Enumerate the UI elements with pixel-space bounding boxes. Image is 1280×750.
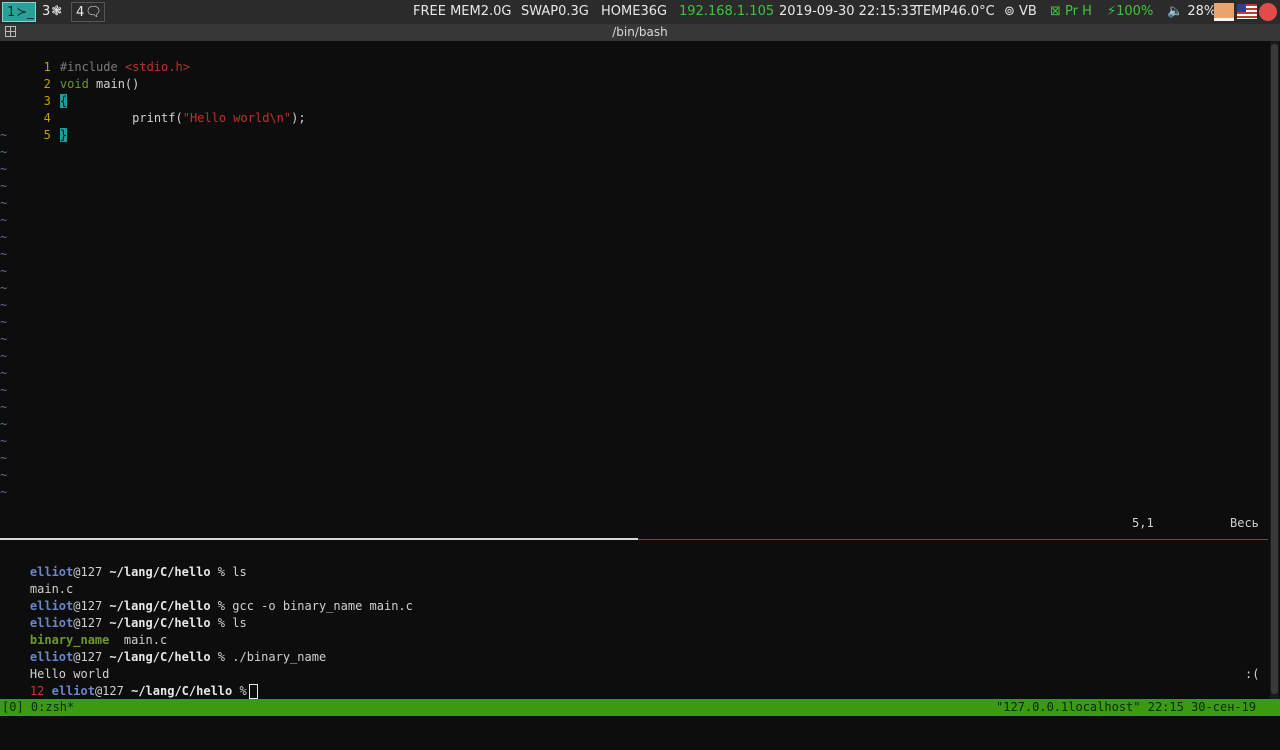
statement-end: ); bbox=[291, 111, 306, 125]
code-line: 4 printf("Hello world\n"); bbox=[0, 93, 306, 125]
tilde-marker: ~ bbox=[0, 179, 8, 193]
prompt-user: elliot bbox=[51, 684, 95, 698]
prompt-cwd: ~/lang/C/hello bbox=[131, 684, 233, 698]
close-brace: } bbox=[59, 128, 68, 142]
temperature-indicator: TEMP46.0°C bbox=[915, 4, 995, 19]
code-line: 3{ bbox=[0, 76, 68, 108]
free-memory-indicator: FREE MEM2.0G bbox=[413, 4, 512, 19]
prompt-char: % bbox=[217, 616, 226, 630]
workspace-number: 1 bbox=[7, 5, 16, 20]
prompt-char: % bbox=[239, 684, 247, 698]
workspace-number: 4 bbox=[76, 5, 85, 20]
shell-line: elliot@127 ~/lang/C/hello % ./binary_nam… bbox=[1, 632, 326, 664]
pane-divider-active bbox=[638, 539, 1268, 540]
command: ./binary_name bbox=[232, 650, 327, 664]
text-cursor[interactable] bbox=[248, 684, 258, 699]
terminal-area[interactable]: 1 #include <stdio.h> 2 void main() 3{ 4 pr… bbox=[0, 41, 1268, 699]
shell-line: elliot@127 ~/lang/C/hello % ls bbox=[1, 547, 247, 579]
tilde-marker: ~ bbox=[0, 349, 8, 363]
command: ls bbox=[232, 565, 247, 579]
prompt-char: % bbox=[217, 650, 226, 664]
scroll-percent: Весь bbox=[1230, 516, 1259, 530]
tilde-marker: ~ bbox=[0, 264, 8, 278]
swap-indicator: SWAP0.3G bbox=[521, 4, 589, 19]
scrollbar-thumb[interactable] bbox=[1271, 44, 1278, 694]
tilde-marker: ~ bbox=[0, 417, 8, 431]
shell-line: elliot@127 ~/lang/C/hello % ls bbox=[1, 598, 247, 630]
tilde-marker: ~ bbox=[0, 162, 8, 176]
string-literal: "Hello world\n" bbox=[182, 111, 292, 125]
tilde-marker: ~ bbox=[0, 213, 8, 227]
prompt-char: % bbox=[217, 565, 226, 579]
battery-indicator[interactable]: ⚡100% bbox=[1107, 0, 1153, 24]
shell-output: binary_name main.c bbox=[1, 615, 167, 647]
function-signature: main() bbox=[88, 77, 140, 91]
ip-address-indicator: 192.168.1.105 bbox=[679, 4, 775, 19]
pane-divider[interactable] bbox=[0, 538, 638, 540]
prompt-cwd: ~/lang/C/hello bbox=[109, 565, 211, 579]
exit-code: 12 bbox=[29, 684, 45, 698]
prompt-cwd: ~/lang/C/hello bbox=[109, 650, 211, 664]
shell-output: main.c bbox=[1, 564, 73, 596]
shell-line: elliot@127 ~/lang/C/hello % gcc -o binar… bbox=[1, 581, 413, 613]
top-panel: 1≻_ 3❃ 4🗨 FREE MEM2.0G SWAP0.3G HOME36G … bbox=[0, 0, 1280, 24]
tilde-marker: ~ bbox=[0, 145, 8, 159]
tilde-marker: ~ bbox=[0, 485, 8, 499]
line-number: 5 bbox=[43, 128, 51, 142]
tmux-status-bar: [0] 0:zsh* "127.0.0.1localhost" 22:15 30… bbox=[0, 699, 1280, 716]
tilde-marker: ~ bbox=[0, 315, 8, 329]
tilde-marker: ~ bbox=[0, 332, 8, 346]
command: gcc -o binary_name main.c bbox=[232, 599, 413, 613]
gear-icon: ❃ bbox=[51, 4, 63, 19]
shell-output: Hello world bbox=[1, 649, 109, 681]
keyboard-layout-icon[interactable] bbox=[1214, 3, 1234, 21]
tilde-marker: ~ bbox=[0, 400, 8, 414]
tilde-marker: ~ bbox=[0, 366, 8, 380]
code-line: 1 #include <stdio.h> bbox=[0, 42, 190, 74]
terminal-icon: ≻_ bbox=[16, 5, 34, 20]
tilde-marker: ~ bbox=[0, 247, 8, 261]
code-line: 2 void main() bbox=[0, 59, 140, 91]
workspace-4-button[interactable]: 4🗨 bbox=[71, 2, 105, 22]
tilde-marker: ~ bbox=[0, 468, 8, 482]
workspace-number: 3 bbox=[42, 4, 51, 19]
printer-indicator[interactable]: ⊠ Pr H bbox=[1050, 0, 1092, 24]
window-titlebar[interactable]: /bin/bash bbox=[0, 24, 1280, 41]
tilde-marker: ~ bbox=[0, 196, 8, 210]
tilde-marker: ~ bbox=[0, 281, 8, 295]
tmux-host-clock: "127.0.0.1localhost" 22:15 30-сен-19 bbox=[996, 700, 1257, 714]
prompt-host: @127 bbox=[73, 565, 103, 579]
virtualbox-indicator[interactable]: ⊚ VB bbox=[1004, 0, 1037, 24]
volume-indicator[interactable]: 🔈 28% bbox=[1167, 0, 1216, 24]
prompt-host: @127 bbox=[94, 684, 124, 698]
right-prompt-status: :( bbox=[1245, 667, 1260, 681]
tilde-marker: ~ bbox=[0, 128, 8, 142]
workspace-3-button[interactable]: 3❃ bbox=[38, 2, 70, 22]
cursor-position: 5,1 bbox=[1132, 516, 1154, 530]
chat-icon: 🗨 bbox=[85, 5, 102, 20]
clock[interactable]: 2019-09-30 22:15:33 bbox=[779, 0, 917, 24]
printf-call: printf( bbox=[59, 111, 183, 125]
us-flag-icon[interactable] bbox=[1237, 4, 1257, 19]
code-line: 5} bbox=[0, 110, 68, 142]
tilde-marker: ~ bbox=[0, 230, 8, 244]
tilde-marker: ~ bbox=[0, 383, 8, 397]
command: ls bbox=[232, 616, 247, 630]
shell-prompt-active[interactable]: 12 elliot@127 ~/lang/C/hello % bbox=[1, 666, 258, 699]
tmux-window-list[interactable]: [0] 0:zsh* bbox=[2, 699, 74, 716]
window-title: /bin/bash bbox=[612, 25, 668, 39]
tray-app-icon[interactable] bbox=[1259, 3, 1277, 21]
tilde-marker: ~ bbox=[0, 451, 8, 465]
home-disk-indicator: HOME36G bbox=[601, 4, 668, 19]
tilde-marker: ~ bbox=[0, 298, 8, 312]
tilde-marker: ~ bbox=[0, 434, 8, 448]
workspace-1-button[interactable]: 1≻_ bbox=[2, 2, 36, 22]
